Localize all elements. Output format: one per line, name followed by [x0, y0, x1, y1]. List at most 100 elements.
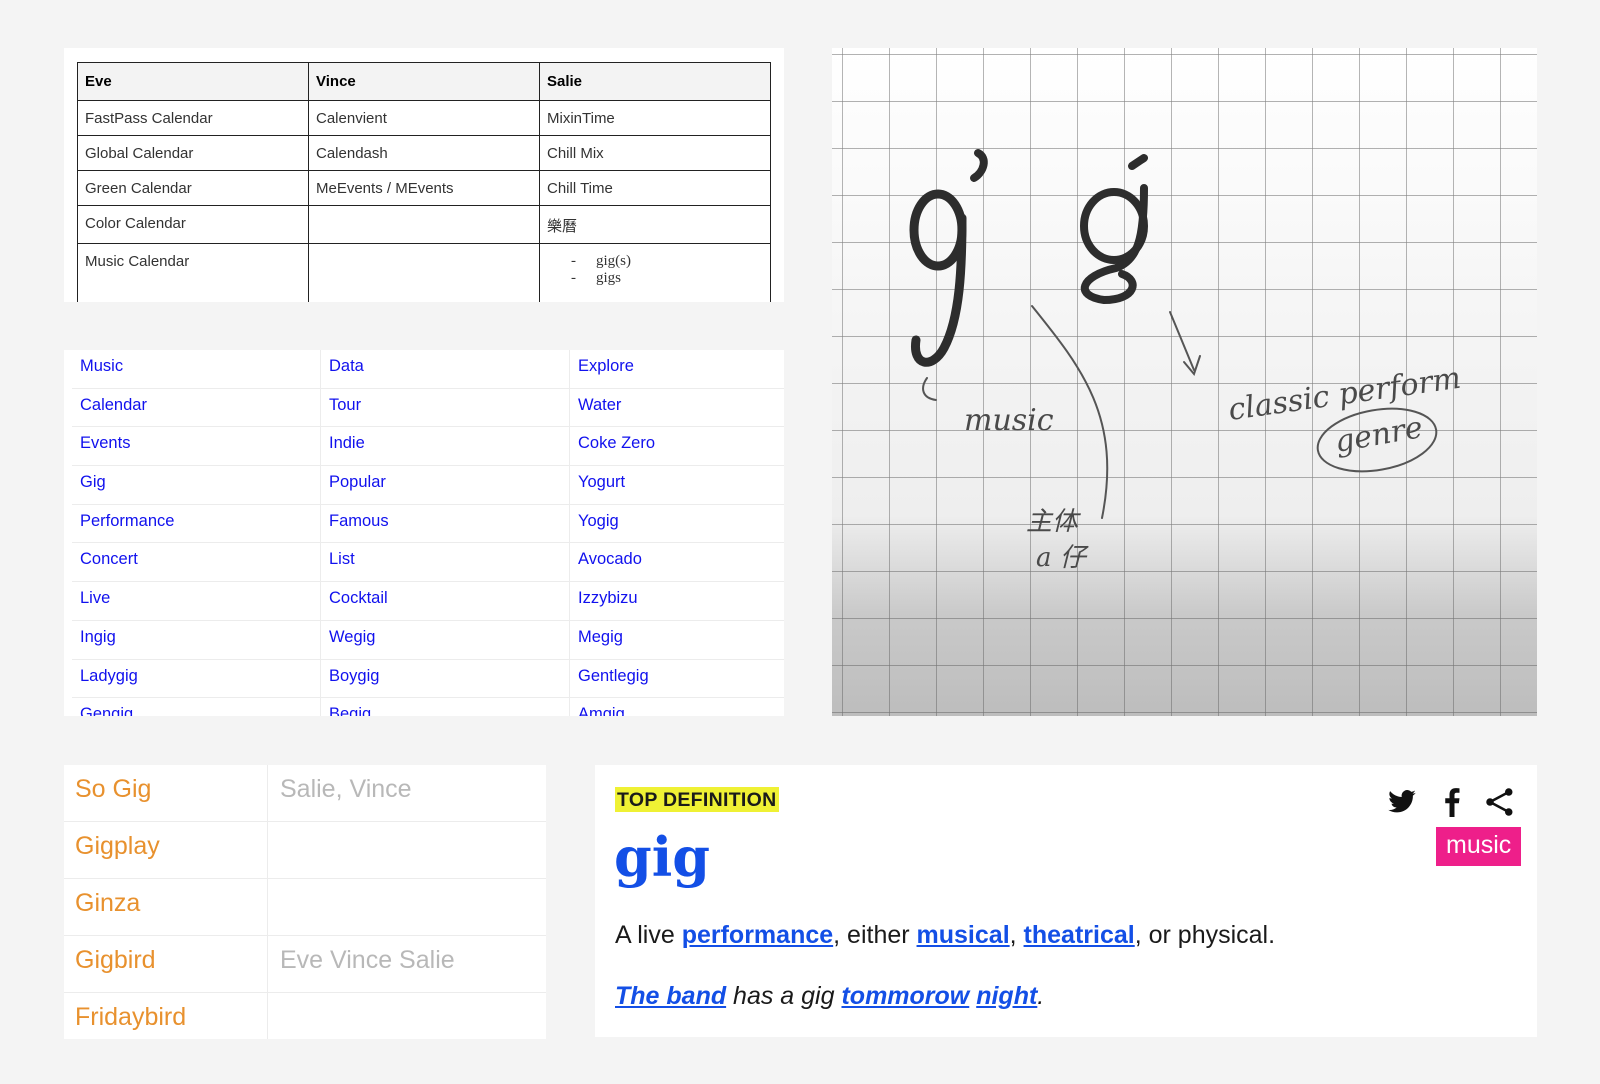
- meaning-text: , or physical.: [1134, 921, 1276, 949]
- candidate-name: Fridaybird: [64, 993, 268, 1039]
- meaning-text: A live: [615, 921, 682, 949]
- table-cell-bullets: gig(s) gigs: [539, 243, 771, 302]
- keyword-row: Ingig Wegig Megig: [72, 620, 784, 660]
- candidate-voters: Eve Vince Salie: [280, 946, 455, 974]
- keyword-row: Calendar Tour Water: [72, 388, 784, 428]
- keyword-link[interactable]: Tour: [321, 388, 570, 427]
- table-cell: FastPass Calendar: [77, 100, 309, 136]
- definition-example: The band has a gig tommorow night.: [615, 982, 1044, 1011]
- candidate-row: Ginza: [64, 879, 546, 936]
- keyword-row: Music Data Explore: [72, 350, 784, 389]
- table-cell: Green Calendar: [77, 170, 309, 206]
- table-cell: [308, 243, 540, 302]
- candidate-row: Gigplay: [64, 822, 546, 879]
- table-cell: 樂曆: [539, 205, 771, 244]
- share-icon[interactable]: [1485, 787, 1515, 817]
- keyword-link[interactable]: Famous: [321, 504, 570, 543]
- table-cell: Global Calendar: [77, 135, 309, 171]
- keyword-link[interactable]: Yogurt: [570, 466, 784, 504]
- note-chinese-1: 主体: [1026, 507, 1081, 537]
- share-icons: [1387, 787, 1517, 819]
- keyword-link[interactable]: Data: [321, 350, 570, 388]
- table-cell: Color Calendar: [77, 205, 309, 244]
- keyword-link[interactable]: Popular: [321, 466, 570, 504]
- keyword-link[interactable]: Concert: [72, 543, 321, 582]
- table-cell: [308, 205, 540, 244]
- defined-word[interactable]: gig: [614, 825, 710, 889]
- keyword-link[interactable]: Boygig: [321, 659, 570, 698]
- bullet-list: gig(s) gigs: [547, 253, 763, 287]
- example-text: has a gig: [726, 982, 842, 1010]
- keyword-link[interactable]: Gentlegig: [570, 660, 784, 698]
- keyword-link[interactable]: Amgig: [570, 698, 784, 716]
- keyword-link[interactable]: Gengig: [72, 698, 321, 716]
- keyword-link[interactable]: List: [321, 543, 570, 582]
- keyword-link[interactable]: Gig: [72, 466, 321, 504]
- facebook-icon[interactable]: [1441, 787, 1463, 817]
- bullet-item: gigs: [571, 270, 763, 287]
- keyword-row: Gig Popular Yogurt: [72, 466, 784, 505]
- keyword-link[interactable]: Events: [72, 427, 321, 466]
- keyword-row: Events Indie Coke Zero: [72, 427, 784, 467]
- table-cell: Calenvient: [308, 100, 540, 136]
- link-theatrical[interactable]: theatrical: [1024, 921, 1135, 949]
- definition-meaning: A live performance, either musical, thea…: [615, 921, 1275, 950]
- link-musical[interactable]: musical: [917, 921, 1010, 949]
- keyword-row: Gengig Begig Amgig: [72, 698, 784, 716]
- twitter-icon[interactable]: [1387, 787, 1417, 817]
- candidate-row: So Gig Salie, Vince: [64, 765, 546, 822]
- names-table: Eve Vince Salie FastPass Calendar Calenv…: [77, 62, 771, 302]
- keyword-link[interactable]: Cocktail: [321, 582, 570, 620]
- link-performance[interactable]: performance: [682, 921, 833, 949]
- candidate-name: So Gig: [64, 765, 268, 821]
- candidate-name: Gigbird: [64, 936, 268, 992]
- keyword-link[interactable]: Wegig: [321, 620, 570, 659]
- keyword-link[interactable]: Coke Zero: [570, 427, 784, 465]
- table-cell: Music Calendar: [77, 243, 309, 302]
- keyword-link[interactable]: Ingig: [72, 620, 321, 659]
- keyword-grid-panel: Music Data Explore Calendar Tour Water Events I…: [64, 350, 784, 716]
- keyword-link[interactable]: Performance: [72, 504, 321, 543]
- keyword-grid: Music Data Explore Calendar Tour Water Events I…: [72, 350, 784, 716]
- bullet-item: gig(s): [571, 253, 763, 270]
- keyword-link[interactable]: Begig: [321, 698, 570, 716]
- column-header: Salie: [539, 62, 771, 101]
- keyword-link[interactable]: Live: [72, 582, 321, 620]
- candidate-voters: [268, 993, 280, 1039]
- keyword-link[interactable]: Explore: [570, 350, 784, 388]
- note-music: music: [964, 403, 1054, 438]
- table-cell: MixinTime: [539, 100, 771, 136]
- candidate-voters: [268, 879, 280, 935]
- table-row: FastPass Calendar Calenvient MixinTime: [77, 100, 771, 136]
- table-cell: MeEvents / MEvents: [308, 170, 540, 206]
- keyword-link[interactable]: Water: [570, 389, 784, 427]
- keyword-link[interactable]: Megig: [570, 621, 784, 659]
- table-row: Color Calendar 樂曆: [77, 205, 771, 244]
- candidate-row: Gigbird Eve Vince Salie: [64, 936, 546, 993]
- keyword-link[interactable]: Yogig: [570, 505, 784, 543]
- definition-card: TOP DEFINITION gig A live performance, e…: [595, 765, 1537, 1037]
- keyword-link[interactable]: Indie: [321, 427, 570, 466]
- candidate-name: Gigplay: [64, 822, 268, 878]
- keyword-row: Live Cocktail Izzybizu: [72, 582, 784, 621]
- category-tag[interactable]: music: [1436, 827, 1522, 866]
- names-table-panel: Eve Vince Salie FastPass Calendar Calenv…: [64, 48, 784, 302]
- keyword-row: Ladygig Boygig Gentlegig: [72, 659, 784, 699]
- sketch-drawing: music classic perform genre 主体 a 仔: [832, 48, 1537, 716]
- keyword-link[interactable]: Music: [72, 350, 321, 388]
- meaning-text: , either: [833, 921, 917, 949]
- candidate-names-panel: So Gig Salie, Vince Gigplay Ginza Gigbir…: [64, 765, 546, 1039]
- keyword-link[interactable]: Avocado: [570, 543, 784, 581]
- example-text: .: [1037, 982, 1045, 1010]
- link-tommorow[interactable]: tommorow: [841, 982, 969, 1010]
- keyword-link[interactable]: Ladygig: [72, 659, 321, 698]
- candidate-name: Ginza: [64, 879, 268, 935]
- keyword-link[interactable]: Izzybizu: [570, 582, 784, 620]
- table-cell: Calendash: [308, 135, 540, 171]
- candidate-voters: Salie, Vince: [280, 775, 412, 803]
- sketch-photo: music classic perform genre 主体 a 仔: [832, 48, 1537, 716]
- keyword-row: Performance Famous Yogig: [72, 504, 784, 544]
- link-night[interactable]: night: [976, 982, 1037, 1010]
- link-the-band[interactable]: The band: [615, 982, 726, 1010]
- keyword-link[interactable]: Calendar: [72, 388, 321, 427]
